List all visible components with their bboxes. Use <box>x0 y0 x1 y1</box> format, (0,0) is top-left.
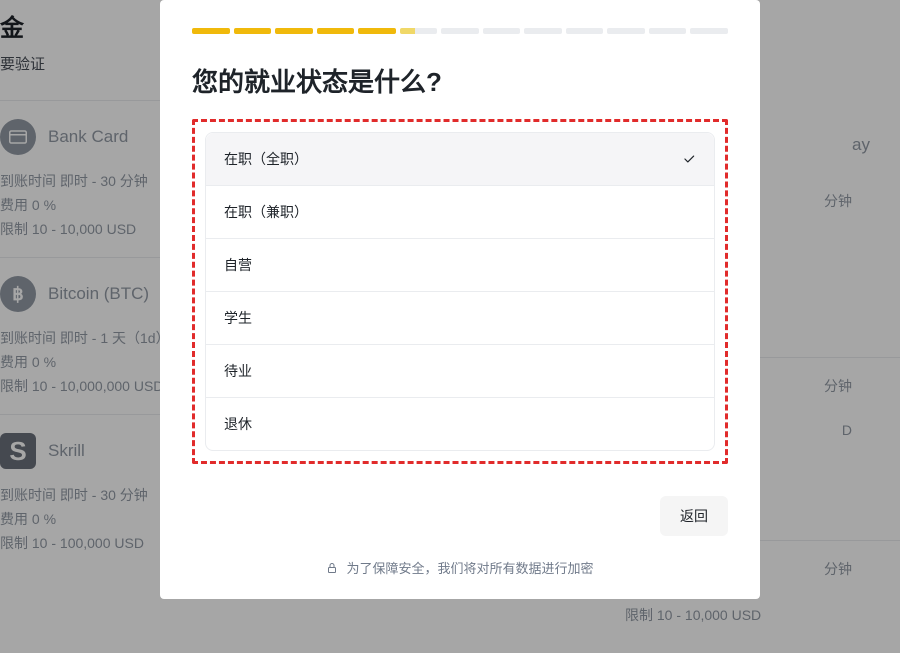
option-label: 在职（全职） <box>224 149 308 169</box>
employment-options-list: 在职（全职） 在职（兼职） 自营学生待业退休 <box>205 132 715 451</box>
option-label: 学生 <box>224 308 252 328</box>
employment-option[interactable]: 待业 <box>206 345 714 398</box>
modal-title: 您的就业状态是什么? <box>192 62 728 99</box>
employment-option[interactable]: 在职（全职） <box>206 133 714 186</box>
employment-status-modal: 您的就业状态是什么? 在职（全职） 在职（兼职） 自营学生待业退休 返回 为了保障安… <box>160 0 760 599</box>
option-label: 自营 <box>224 255 252 275</box>
employment-option[interactable]: 在职（兼职） <box>206 186 714 239</box>
employment-option[interactable]: 学生 <box>206 292 714 345</box>
security-notice: 为了保障安全，我们将对所有数据进行加密 <box>192 558 728 577</box>
employment-option[interactable]: 退休 <box>206 398 714 450</box>
security-text: 为了保障安全，我们将对所有数据进行加密 <box>346 558 593 577</box>
back-button[interactable]: 返回 <box>660 496 728 536</box>
options-highlight-frame: 在职（全职） 在职（兼职） 自营学生待业退休 <box>192 119 728 464</box>
option-label: 退休 <box>224 414 252 434</box>
option-label: 在职（兼职） <box>224 202 308 222</box>
lock-icon <box>326 562 338 574</box>
employment-option[interactable]: 自营 <box>206 239 714 292</box>
option-label: 待业 <box>224 361 252 381</box>
progress-bar <box>192 28 728 34</box>
check-icon <box>682 152 696 166</box>
